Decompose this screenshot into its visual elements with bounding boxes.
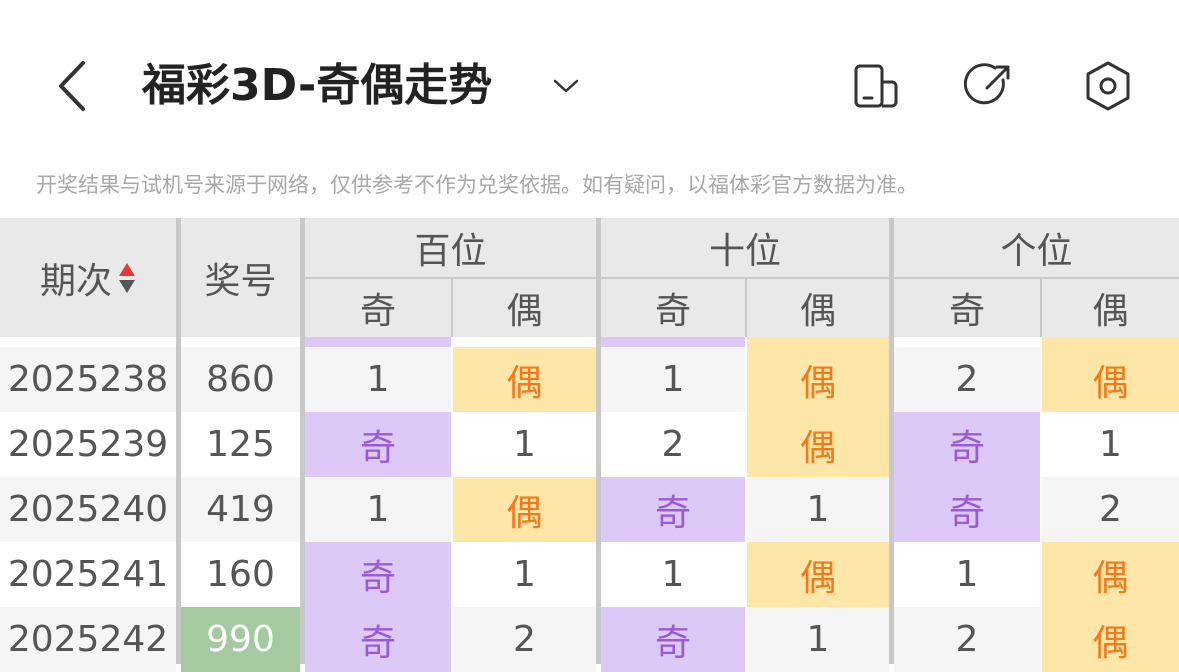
period-cell: 2025242: [0, 607, 176, 672]
miss-count-cell: 1: [601, 347, 745, 412]
period-cell: 2025240: [0, 477, 176, 542]
group-header-hundreds: 百位: [305, 218, 596, 277]
disclaimer-notice: 开奖结果与试机号来源于网络，仅供参考不作为兑奖依据。如有疑问，以福体彩官方数据为…: [36, 173, 918, 197]
header-divider: [1040, 279, 1042, 337]
miss-count-cell: 1: [453, 412, 596, 477]
even-marker-cell: 偶: [1042, 347, 1179, 412]
trend-bar-fragment: [747, 337, 889, 347]
period-cell: 2025238: [0, 347, 176, 412]
chevron-down-icon: [553, 79, 579, 93]
settings-icon: [1086, 61, 1130, 111]
miss-count-cell: 1: [894, 542, 1040, 607]
even-marker-cell: 偶: [747, 542, 889, 607]
column-header-period-label: 期次: [39, 260, 112, 302]
subheader-hundreds-odd: 奇: [305, 279, 451, 337]
back-arrow-icon: [59, 61, 85, 111]
rotate-screen-button[interactable]: [848, 58, 904, 114]
period-cell: 2025239: [0, 412, 176, 477]
miss-count-cell: 2: [894, 347, 1040, 412]
column-header-period[interactable]: 期次: [0, 218, 176, 337]
miss-count-cell: 1: [305, 477, 451, 542]
miss-count-cell: 1: [305, 347, 451, 412]
odd-marker-cell: 奇: [305, 607, 451, 672]
header-divider: [451, 279, 453, 337]
trend-table: 期次 奖号 百位 十位 个位 奇 偶 奇 偶 奇 偶 2025238 860 1 偶 1…: [0, 218, 1179, 672]
winning-number-cell: 125: [181, 412, 300, 477]
title-dropdown-button[interactable]: [546, 68, 586, 104]
miss-count-cell: 2: [1042, 477, 1179, 542]
even-marker-cell: 偶: [1042, 542, 1179, 607]
even-marker-cell: 偶: [747, 412, 889, 477]
odd-marker-cell: 奇: [894, 412, 1040, 477]
miss-count-cell: 1: [747, 477, 889, 542]
header-divider: [745, 279, 747, 337]
even-marker-cell: 偶: [453, 477, 596, 542]
even-marker-cell: 偶: [453, 347, 596, 412]
subheader-tens-odd: 奇: [601, 279, 745, 337]
column-separator: [889, 218, 894, 664]
miss-count-cell: 1: [601, 542, 745, 607]
odd-marker-cell: 奇: [601, 477, 745, 542]
column-header-number: 奖号: [181, 218, 300, 337]
even-marker-cell: 偶: [1042, 607, 1179, 672]
subheader-hundreds-even: 偶: [453, 279, 596, 337]
miss-count-cell: 1: [1042, 412, 1179, 477]
miss-count-cell: 2: [601, 412, 745, 477]
trend-bar-fragment: [601, 337, 745, 347]
odd-marker-cell: 奇: [601, 607, 745, 672]
odd-marker-cell: 奇: [305, 412, 451, 477]
trend-bar-fragment: [305, 337, 451, 347]
sort-icon: [118, 261, 136, 295]
settings-button[interactable]: [1080, 58, 1136, 114]
even-marker-cell: 偶: [747, 347, 889, 412]
odd-marker-cell: 奇: [894, 477, 1040, 542]
rotate-screen-icon: [854, 64, 898, 108]
trend-bar-fragment: [1042, 337, 1179, 347]
subheader-tens-even: 偶: [747, 279, 889, 337]
winning-number-cell: 990: [181, 607, 300, 672]
winning-number-cell: 160: [181, 542, 300, 607]
miss-count-cell: 1: [747, 607, 889, 672]
group-header-units: 个位: [894, 218, 1179, 277]
winning-number-cell: 860: [181, 347, 300, 412]
period-cell: 2025241: [0, 542, 176, 607]
back-button[interactable]: [48, 56, 96, 116]
miss-count-cell: 2: [453, 607, 596, 672]
winning-number-cell: 419: [181, 477, 300, 542]
miss-count-cell: 1: [453, 542, 596, 607]
subheader-units-odd: 奇: [894, 279, 1040, 337]
odd-marker-cell: 奇: [305, 542, 451, 607]
header-divider: [305, 277, 1179, 279]
share-button[interactable]: [961, 58, 1017, 114]
header-bar: 福彩3D-奇偶走势: [0, 0, 1179, 150]
share-icon: [963, 63, 1010, 105]
page-title: 福彩3D-奇偶走势: [142, 60, 493, 111]
subheader-units-even: 偶: [1042, 279, 1179, 337]
miss-count-cell: 2: [894, 607, 1040, 672]
column-separator: [176, 218, 181, 664]
column-separator: [300, 218, 305, 664]
column-separator: [596, 218, 601, 664]
group-header-tens: 十位: [601, 218, 889, 277]
